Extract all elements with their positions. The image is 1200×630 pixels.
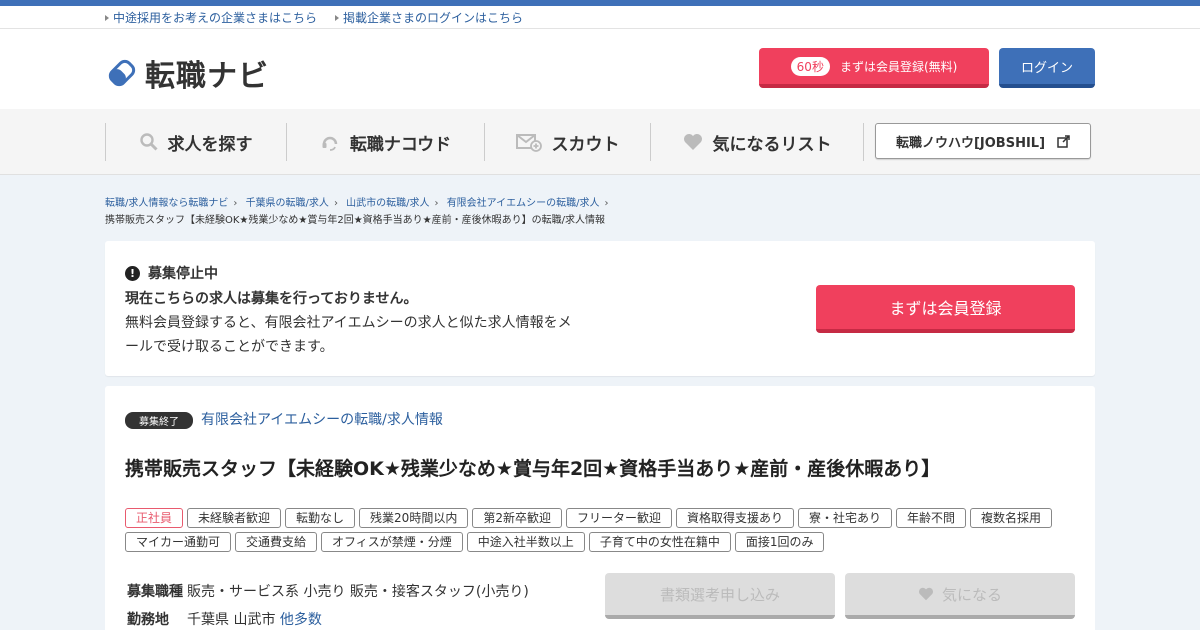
main-nav: 求人を探す 転職ナコウド スカウト 気になるリスト 転職ノウハウ[JOBSHIL… [0,109,1200,175]
notice-description: 無料会員登録すると、有限会社アイエムシーの求人と似た求人情報をメールで受け取るこ… [125,315,572,355]
main-content: 転職/求人情報なら転職ナビ › 千葉県の転職/求人 › 山武市の転職/求人 › 有限会… [105,175,1095,630]
employer-recruit-link[interactable]: 中途採用をお考えの企業さまはこちら [105,9,317,26]
apply-button-disabled[interactable]: 書類選考申し込み [605,573,835,619]
job-card: 募集終了 有限会社アイエムシーの転職/求人情報 携帯販売スタッフ【未経験OK★残… [105,386,1095,630]
feature-tag: 転勤なし [285,508,356,528]
feature-tag: 寮・社宅あり [798,508,893,528]
notice-title: ! 募集停止中 [125,263,218,283]
arrow-icon [335,14,340,21]
feature-tag: 複数名採用 [970,508,1053,528]
breadcrumb-link-top[interactable]: 転職/求人情報なら転職ナビ [105,198,228,209]
feature-tag: 年齢不問 [896,508,967,528]
sixty-seconds-badge: 60秒 [790,56,830,76]
heart-icon [683,134,702,150]
nav-scout[interactable]: スカウト [484,123,650,161]
feature-tag: マイカー通勤可 [125,532,232,552]
tag-employment-type: 正社員 [125,508,184,528]
external-link-icon [1057,134,1070,148]
heart-icon [918,587,933,601]
mail-plus-icon [515,134,542,152]
employer-login-link[interactable]: 掲載企業さまのログインはこちら [335,9,523,26]
notice-register-button[interactable]: まずは会員登録 [816,285,1075,333]
feature-tag: 第2新卒歓迎 [472,508,562,528]
breadcrumb-current: 携帯販売スタッフ【未経験OK★残業少なめ★賞与年2回★資格手当あり★産前・産後休… [105,215,606,226]
feature-tag: オフィスが禁煙・分煙 [321,532,463,552]
site-logo[interactable]: 転職ナビ [105,51,269,95]
arrow-icon [105,14,109,21]
breadcrumb-link-prefecture[interactable]: 千葉県の転職/求人 [246,198,329,209]
nav-favorites[interactable]: 気になるリスト [650,123,864,161]
feature-tag: 面接1回のみ [734,532,825,552]
job-details: 募集職種 販売・サービス系 小売り 販売・接客スタッフ(小売り) 勤務地 千葉県 山… [127,578,529,630]
feature-tag: 中途入社半数以上 [466,532,585,552]
location-more-link[interactable]: 他多数 [280,612,322,628]
job-location-row: 勤務地 千葉県 山武市 他多数 [127,612,322,628]
job-title: 携帯販売スタッフ【未経験OK★残業少なめ★賞与年2回★資格手当あり★産前・産後休… [125,458,941,480]
feature-tag: 交通費支給 [235,532,318,552]
search-icon [139,133,158,151]
logo-text: 転職ナビ [145,59,269,94]
feature-tags: 正社員 未経験者歓迎 転勤なし 残業20時間以内 第2新卒歓迎 フリーター歓迎 … [125,508,1085,552]
feature-tag: 未経験者歓迎 [187,508,282,528]
breadcrumb-link-city[interactable]: 山武市の転職/求人 [346,198,429,209]
feature-tag: 資格取得支援あり [675,508,794,528]
headset-icon [322,136,338,151]
login-button[interactable]: ログイン [999,48,1095,88]
register-label: まずは会員登録(無料) [839,59,958,74]
exclamation-icon: ! [125,265,140,281]
status-badge: 募集終了 [125,412,193,429]
utility-bar: 中途採用をお考えの企業さまはこちら 掲載企業さまのログインはこちら [0,6,1200,29]
logo-icon [108,59,136,87]
company-link[interactable]: 有限会社アイエムシーの転職/求人情報 [201,409,443,429]
breadcrumb-link-company[interactable]: 有限会社アイエムシーの転職/求人 [447,198,600,209]
job-category-row: 募集職種 販売・サービス系 小売り 販売・接客スタッフ(小売り) [127,584,529,600]
feature-tag: 残業20時間以内 [359,508,469,528]
nav-nakoudo[interactable]: 転職ナコウド [286,123,484,161]
favorite-button-disabled[interactable]: 気になる [845,573,1075,619]
recruitment-stopped-notice: ! 募集停止中 現在こちらの求人は募集を行っておりません。 無料会員登録すると、… [105,241,1095,376]
nav-search-jobs[interactable]: 求人を探す [105,123,286,161]
jobshil-link-button[interactable]: 転職ノウハウ[JOBSHIL] [875,123,1091,159]
site-header: 転職ナビ 60秒 まずは会員登録(無料) ログイン [0,29,1200,109]
feature-tag: フリーター歓迎 [565,508,672,528]
notice-headline: 現在こちらの求人は募集を行っておりません。 [125,291,418,307]
feature-tag: 子育て中の女性在籍中 [588,532,731,552]
breadcrumb: 転職/求人情報なら転職ナビ › 千葉県の転職/求人 › 山武市の転職/求人 › 有限会… [105,175,1095,229]
register-button[interactable]: 60秒 まずは会員登録(無料) [759,48,989,88]
